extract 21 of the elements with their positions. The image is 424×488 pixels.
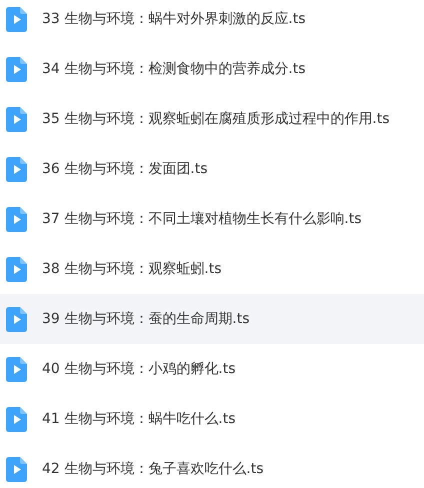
- file-name: 39 生物与环境：蚕的生命周期.ts: [42, 310, 250, 328]
- video-file-icon: [6, 6, 27, 32]
- file-name: 41 生物与环境：蜗牛吃什么.ts: [42, 410, 236, 428]
- video-file-icon: [6, 256, 27, 282]
- file-name: 36 生物与环境：发面团.ts: [42, 160, 208, 178]
- video-file-icon: [6, 156, 27, 182]
- video-file-icon: [6, 306, 27, 332]
- video-file-icon: [6, 356, 27, 382]
- video-file-icon: [6, 406, 27, 432]
- video-file-icon: [6, 56, 27, 82]
- file-name: 42 生物与环境：兔子喜欢吃什么.ts: [42, 460, 264, 478]
- video-file-icon: [6, 456, 27, 482]
- file-name: 40 生物与环境：小鸡的孵化.ts: [42, 360, 236, 378]
- file-row[interactable]: 39 生物与环境：蚕的生命周期.ts: [0, 294, 424, 344]
- video-file-icon: [6, 206, 27, 232]
- file-name: 34 生物与环境：检测食物中的营养成分.ts: [42, 60, 306, 78]
- file-name: 35 生物与环境：观察蚯蚓在腐殖质形成过程中的作用.ts: [42, 110, 390, 128]
- file-name: 38 生物与环境：观察蚯蚓.ts: [42, 260, 222, 278]
- file-name: 37 生物与环境：不同土壤对植物生长有什么影响.ts: [42, 210, 362, 228]
- file-name: 33 生物与环境：蜗牛对外界刺激的反应.ts: [42, 10, 306, 28]
- video-file-icon: [6, 106, 27, 132]
